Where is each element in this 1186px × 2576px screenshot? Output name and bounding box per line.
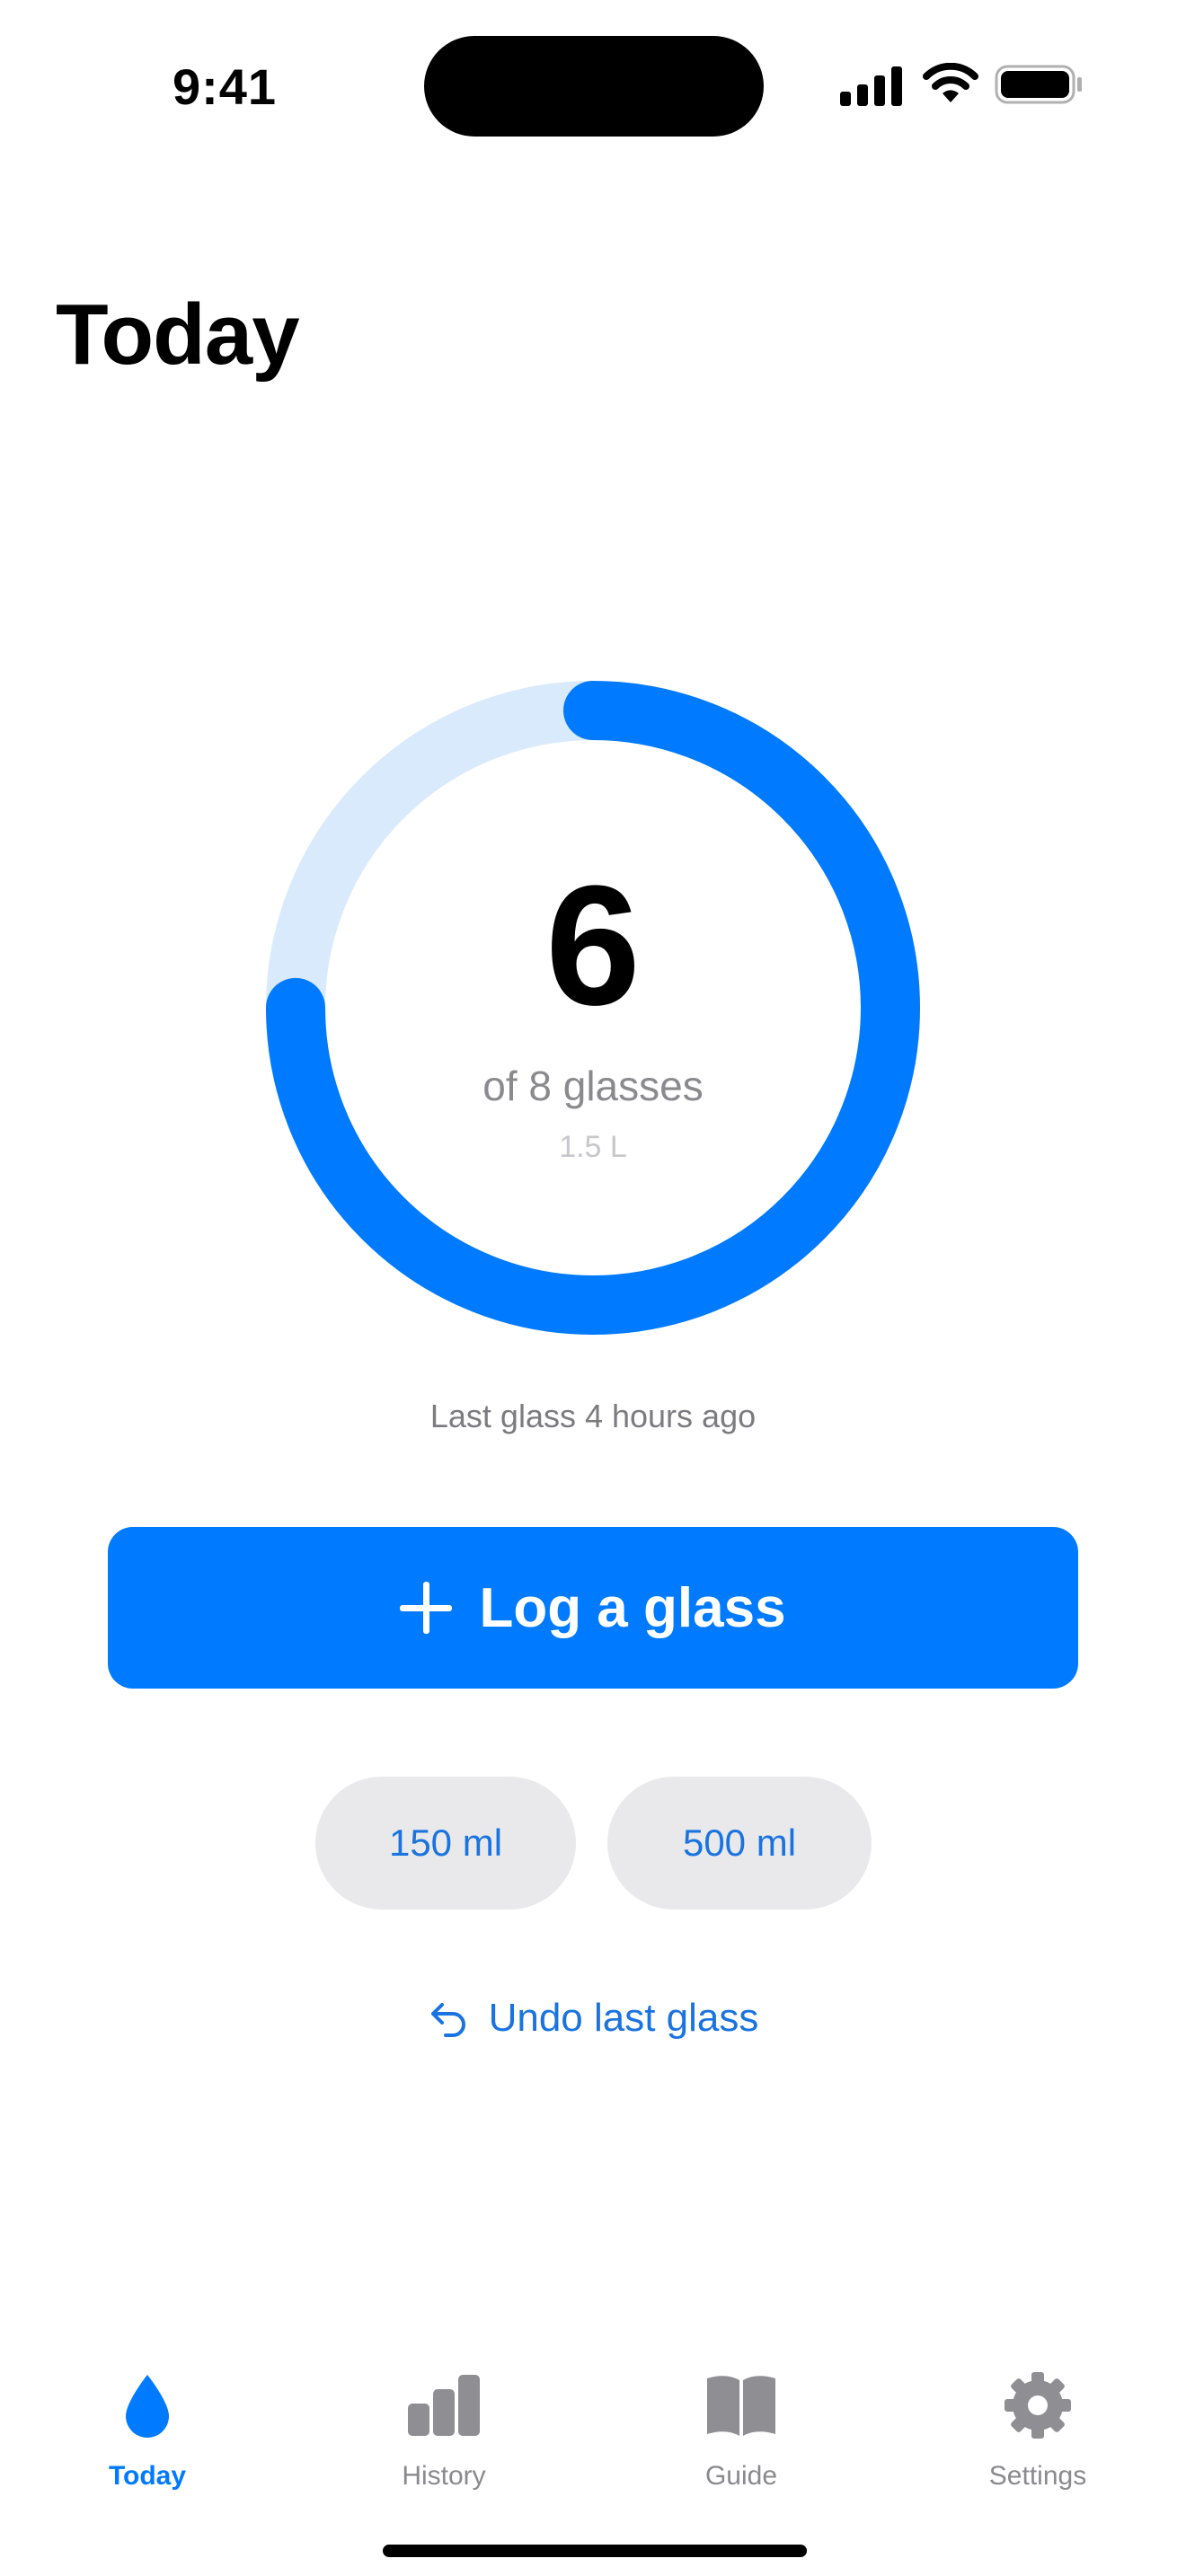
status-time: 9:41 xyxy=(172,58,278,115)
progress-ring: 6 of 8 glasses 1.5 L xyxy=(266,681,920,1335)
gear-icon xyxy=(1005,2372,1071,2439)
dynamic-island xyxy=(424,36,764,137)
glasses-count: 6 xyxy=(545,851,641,1041)
book-icon xyxy=(707,2376,775,2436)
wifi-icon xyxy=(923,63,978,102)
quick-amount-150-button[interactable]: 150 ml xyxy=(315,1777,576,1910)
volume-label: 1.5 L xyxy=(559,1130,627,1164)
plus-icon xyxy=(400,1582,453,1634)
quick-amount-500-button[interactable]: 500 ml xyxy=(607,1777,872,1910)
home-indicator xyxy=(383,2545,807,2557)
tab-settings[interactable]: Settings xyxy=(939,2369,1137,2504)
tab-today[interactable]: Today xyxy=(49,2369,246,2504)
tab-guide-label: Guide xyxy=(704,2461,778,2491)
undo-label: Undo last glass xyxy=(488,1996,759,2040)
log-glass-label: Log a glass xyxy=(479,1576,786,1639)
undo-last-glass-button[interactable]: Undo last glass xyxy=(0,1996,1186,2041)
hydration-today-screen: 9:41 Today 6 of 8 glasses 1.5 L Last gla… xyxy=(0,0,1186,2576)
progress-ring-center: 6 of 8 glasses 1.5 L xyxy=(266,681,920,1335)
tab-bar: Today History Guide Settings xyxy=(0,2353,1186,2506)
cellular-signal-icon xyxy=(840,66,902,106)
tab-guide[interactable]: Guide xyxy=(642,2369,840,2504)
page-title: Today xyxy=(56,287,300,383)
drop-icon xyxy=(126,2375,169,2438)
undo-arrow-icon xyxy=(430,2003,465,2037)
tab-history[interactable]: History xyxy=(345,2369,543,2504)
battery-icon xyxy=(995,65,1082,104)
tab-history-label: History xyxy=(402,2461,486,2491)
glasses-goal-label: of 8 glasses xyxy=(482,1063,704,1109)
last-glass-label: Last glass 4 hours ago xyxy=(429,1398,757,1434)
tab-today-label: Today xyxy=(108,2461,187,2491)
tab-settings-label: Settings xyxy=(988,2461,1087,2491)
bar-chart-icon xyxy=(408,2375,480,2436)
log-glass-button[interactable]: Log a glass xyxy=(108,1527,1078,1689)
